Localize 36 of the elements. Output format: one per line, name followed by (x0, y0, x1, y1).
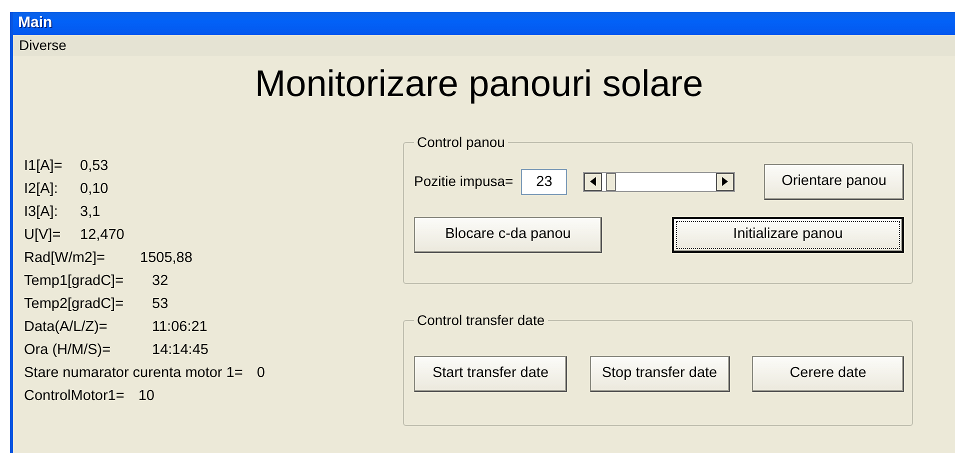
page-heading: Monitorizare panouri solare (254, 62, 704, 106)
panel-button[interactable]: Stop transfer date (590, 356, 730, 392)
scroll-slider[interactable] (583, 172, 736, 192)
reading-label: Stare numarator curenta motor 1= (24, 364, 243, 384)
window-title: Main (18, 13, 52, 33)
panel-button[interactable]: Blocare c-da panou (414, 216, 602, 252)
reading-label: Rad[W/m2]= (24, 249, 106, 268)
left-arrow-icon[interactable] (590, 177, 596, 186)
reading-label: I1[A]= (24, 157, 64, 176)
reading-label: I2[A]: (24, 180, 59, 200)
reading-value: 1505,88 (140, 249, 192, 268)
reading-value: 11:06:21 (152, 318, 208, 338)
reading-label: ControlMotor1= (24, 387, 124, 406)
reading-value: 53 (152, 295, 168, 314)
menu-item[interactable]: Diverse (19, 34, 66, 56)
panel-button[interactable]: Orientare panou (764, 164, 904, 200)
reading-label: Ora (H/M/S)= (24, 341, 112, 360)
reading-label: I3[A]: (24, 203, 59, 222)
reading-label: Temp2[gradC]= (24, 295, 125, 314)
reading-label: U[V]= (24, 226, 62, 246)
panel-button[interactable]: Initializare panou (672, 216, 904, 252)
reading-value: 10 (138, 387, 154, 406)
reading-value: 0,10 (80, 180, 108, 200)
reading-value: 3,1 (80, 203, 100, 222)
panel-button[interactable]: Start transfer date (414, 356, 567, 392)
reading-value: 0 (256, 364, 265, 384)
reading-label: Temp1[gradC]= (24, 272, 125, 292)
reading-value: 14:14:45 (152, 341, 208, 360)
reading-value: 0,53 (80, 157, 108, 176)
right-arrow-icon[interactable] (722, 177, 728, 186)
panel-button[interactable]: Cerere date (752, 356, 904, 392)
position-label: Pozitie impusa= (414, 172, 514, 191)
position-field[interactable]: 23 (521, 168, 568, 194)
reading-label: Data(A/L/Z)= (24, 318, 108, 338)
reading-value: 12,470 (80, 226, 124, 246)
reading-value: 32 (152, 272, 168, 292)
